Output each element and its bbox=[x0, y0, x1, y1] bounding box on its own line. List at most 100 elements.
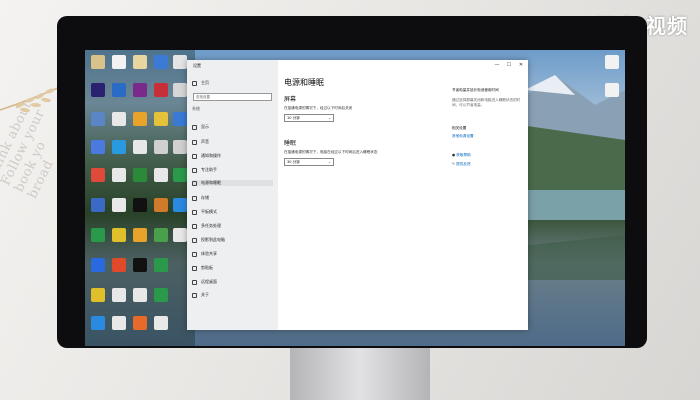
desktop-icon[interactable] bbox=[112, 168, 126, 182]
desktop-icon[interactable] bbox=[154, 83, 168, 97]
project-icon bbox=[192, 237, 197, 243]
nav-item-tablet[interactable]: 平板模式 bbox=[192, 209, 217, 215]
desktop-icon[interactable] bbox=[173, 198, 187, 212]
nav-home[interactable]: 主页 bbox=[192, 80, 209, 86]
multitask-icon bbox=[192, 223, 197, 229]
screen-timeout-label: 在接通电源的情况下，经过以下时间后关闭 bbox=[284, 106, 353, 110]
desktop-icon[interactable] bbox=[133, 316, 147, 330]
nav-item-focus[interactable]: 专注助手 bbox=[192, 167, 217, 173]
desktop-icon[interactable] bbox=[112, 288, 126, 302]
nav-item-display[interactable]: 显示 bbox=[192, 124, 209, 130]
desktop-icon[interactable] bbox=[112, 140, 126, 154]
screen-timeout-dropdown[interactable]: 10 分钟 ⌄ bbox=[284, 114, 334, 122]
desktop-icon[interactable] bbox=[133, 83, 147, 97]
desktop-icon[interactable] bbox=[173, 140, 187, 154]
settings-sidebar: 设置 主页 查找设置 系统 显示 声音 通知和操作 专注助手 电源和睡眠 存储 … bbox=[187, 60, 278, 330]
desktop-icon[interactable] bbox=[154, 55, 168, 69]
desktop-icon[interactable] bbox=[154, 168, 168, 182]
desktop-icon[interactable] bbox=[133, 258, 147, 272]
nav-item-remote[interactable]: 远程桌面 bbox=[192, 279, 217, 285]
desktop-icon[interactable] bbox=[112, 316, 126, 330]
nav-item-clipboard[interactable]: 剪贴板 bbox=[192, 265, 213, 271]
nav-item-shared[interactable]: 体验共享 bbox=[192, 251, 217, 257]
desktop-icon[interactable] bbox=[133, 228, 147, 242]
desktop-icon[interactable] bbox=[91, 83, 105, 97]
desktop-icon[interactable] bbox=[605, 83, 619, 97]
feedback-link[interactable]: ✎ 提供反馈 bbox=[452, 162, 524, 167]
desktop-icon[interactable] bbox=[112, 258, 126, 272]
desktop-icon[interactable] bbox=[112, 198, 126, 212]
desktop-icon[interactable] bbox=[91, 198, 105, 212]
sleep-timeout-dropdown[interactable]: 30 分钟 ⌄ bbox=[284, 158, 334, 166]
desktop-icon[interactable] bbox=[154, 140, 168, 154]
desktop-icon[interactable] bbox=[605, 55, 619, 69]
sleep-timeout-label: 在接通电源的情况下，电脑在经过以下时间后进入睡眠状态 bbox=[284, 150, 378, 154]
additional-power-settings-link[interactable]: 其他电源设置 bbox=[452, 134, 524, 139]
close-button[interactable]: ✕ bbox=[516, 62, 526, 68]
sound-icon bbox=[192, 139, 197, 145]
nav-item-label: 多任务处理 bbox=[201, 223, 221, 228]
desktop-icon[interactable] bbox=[112, 112, 126, 126]
power-icon bbox=[192, 180, 197, 186]
nav-item-multitasking[interactable]: 多任务处理 bbox=[192, 223, 221, 229]
desktop-icon[interactable] bbox=[91, 168, 105, 182]
desktop-icon[interactable] bbox=[133, 288, 147, 302]
info-icon bbox=[192, 292, 197, 298]
desktop-icon[interactable] bbox=[154, 228, 168, 242]
desktop-icon[interactable] bbox=[91, 258, 105, 272]
maximize-button[interactable]: ☐ bbox=[504, 62, 514, 68]
chevron-down-icon: ⌄ bbox=[328, 160, 331, 164]
window-title: 设置 bbox=[193, 63, 201, 68]
desktop-icon[interactable] bbox=[91, 288, 105, 302]
help-icon: ● bbox=[452, 153, 456, 157]
desktop-icon[interactable] bbox=[91, 228, 105, 242]
minimize-button[interactable]: — bbox=[492, 62, 502, 68]
desktop-icon[interactable] bbox=[173, 83, 187, 97]
nav-item-label: 显示 bbox=[201, 124, 209, 129]
desktop-icon[interactable] bbox=[91, 55, 105, 69]
desktop-icon[interactable] bbox=[133, 112, 147, 126]
monitor-stand bbox=[290, 348, 430, 400]
desktop-icon[interactable] bbox=[154, 316, 168, 330]
desktop-icon[interactable] bbox=[133, 55, 147, 69]
desktop-icon[interactable] bbox=[133, 140, 147, 154]
notification-icon bbox=[192, 153, 197, 159]
desktop-icon[interactable] bbox=[91, 316, 105, 330]
related-settings-heading: 相关设置 bbox=[452, 126, 467, 130]
nav-item-sound[interactable]: 声音 bbox=[192, 139, 209, 145]
desktop-icon[interactable] bbox=[154, 288, 168, 302]
sleep-heading: 睡眠 bbox=[284, 140, 297, 147]
desktop-icon[interactable] bbox=[112, 83, 126, 97]
desktop-icon[interactable] bbox=[91, 112, 105, 126]
desktop-icon[interactable] bbox=[173, 168, 187, 182]
nav-item-notifications[interactable]: 通知和操作 bbox=[192, 153, 221, 159]
display-icon bbox=[192, 124, 197, 130]
screen-timeout-value: 10 分钟 bbox=[287, 116, 300, 120]
chevron-down-icon: ⌄ bbox=[328, 116, 331, 120]
get-help-link[interactable]: ● 获取帮助 bbox=[452, 153, 524, 158]
desktop-icon[interactable] bbox=[173, 55, 187, 69]
nav-item-label: 关于 bbox=[201, 292, 209, 297]
desktop-icon[interactable] bbox=[154, 112, 168, 126]
nav-item-projecting[interactable]: 投影到此电脑 bbox=[192, 237, 225, 243]
desktop-icon[interactable] bbox=[173, 228, 187, 242]
desktop-icon[interactable] bbox=[112, 228, 126, 242]
tablet-icon bbox=[192, 209, 197, 215]
feedback-label: 提供反馈 bbox=[456, 162, 471, 166]
desktop-icon[interactable] bbox=[112, 55, 126, 69]
nav-home-label: 主页 bbox=[201, 80, 209, 85]
desktop-icon[interactable] bbox=[133, 198, 147, 212]
battery-tip-text: 通过选择屏幕关闭和电脑进入睡眠状态的时间，可以节省电量。 bbox=[452, 98, 521, 107]
search-input[interactable]: 查找设置 bbox=[193, 93, 272, 101]
desktop-icon[interactable] bbox=[154, 198, 168, 212]
desktop-icon[interactable] bbox=[133, 168, 147, 182]
nav-item-about[interactable]: 关于 bbox=[192, 292, 209, 298]
nav-item-storage[interactable]: 存储 bbox=[192, 195, 209, 201]
nav-item-power[interactable]: 电源和睡眠 bbox=[192, 180, 273, 186]
nav-item-label: 平板模式 bbox=[201, 209, 217, 214]
desktop-icon[interactable] bbox=[91, 140, 105, 154]
nav-item-label: 体验共享 bbox=[201, 251, 217, 256]
desktop-icon[interactable] bbox=[154, 258, 168, 272]
desktop-icon[interactable] bbox=[173, 112, 187, 126]
feedback-icon: ✎ bbox=[452, 162, 456, 166]
